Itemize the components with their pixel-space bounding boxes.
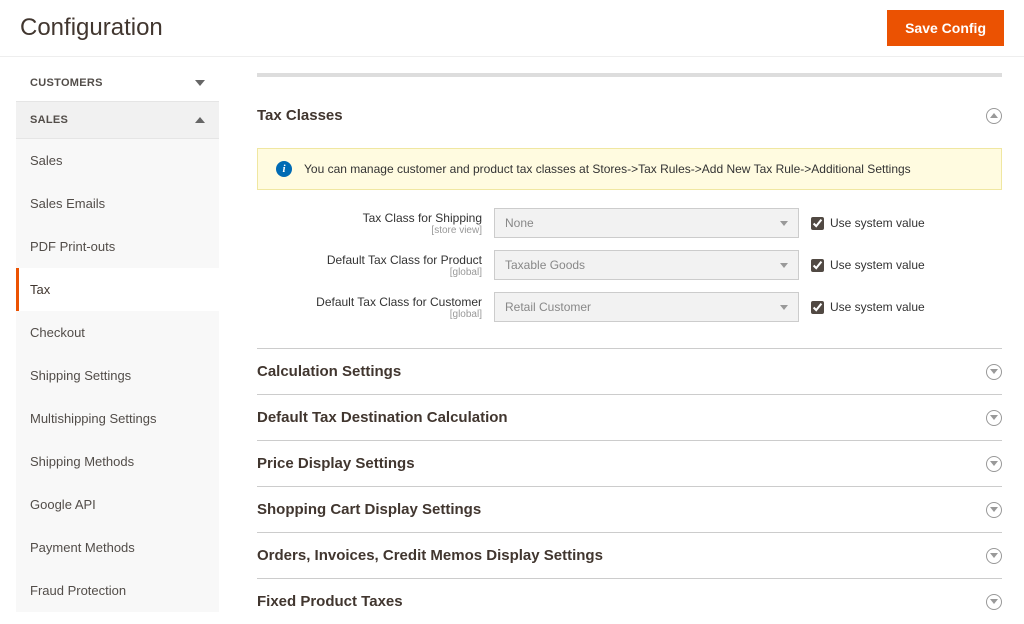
field-label: Default Tax Class for Product <box>327 253 482 267</box>
field-row: Default Tax Class for Customer [global] … <box>257 292 1002 322</box>
panel-tax-classes[interactable]: Tax Classes i You can manage customer an… <box>257 93 1002 349</box>
checkbox-label: Use system value <box>830 300 925 314</box>
panel-price-display[interactable]: Price Display Settings <box>257 441 1002 487</box>
checkbox-input[interactable] <box>811 259 824 272</box>
select-value: Taxable Goods <box>505 258 585 272</box>
sidebar-item-shipping-methods[interactable]: Shipping Methods <box>16 440 219 483</box>
field-label: Tax Class for Shipping <box>363 211 482 225</box>
chevron-down-icon <box>780 221 788 226</box>
sidebar-item-fraud-protection[interactable]: Fraud Protection <box>16 569 219 612</box>
field-row: Tax Class for Shipping [store view] None… <box>257 208 1002 238</box>
field-row: Default Tax Class for Product [global] T… <box>257 250 1002 280</box>
use-system-value-checkbox[interactable]: Use system value <box>811 258 925 272</box>
panel-title: Orders, Invoices, Credit Memos Display S… <box>257 547 603 564</box>
checkbox-input[interactable] <box>811 217 824 230</box>
panel-title: Price Display Settings <box>257 455 415 472</box>
field-label: Default Tax Class for Customer <box>316 295 482 309</box>
chevron-down-icon <box>780 305 788 310</box>
info-message: i You can manage customer and product ta… <box>257 148 1002 190</box>
sidebar-item-payment-methods[interactable]: Payment Methods <box>16 526 219 569</box>
expand-icon[interactable] <box>986 410 1002 426</box>
sidebar-section-label: SALES <box>30 114 68 126</box>
use-system-value-checkbox[interactable]: Use system value <box>811 216 925 230</box>
tax-class-shipping-select: None <box>494 208 799 238</box>
panel-default-tax-destination[interactable]: Default Tax Destination Calculation <box>257 395 1002 441</box>
sidebar-item-google-api[interactable]: Google API <box>16 483 219 526</box>
checkbox-label: Use system value <box>830 258 925 272</box>
use-system-value-checkbox[interactable]: Use system value <box>811 300 925 314</box>
panel-title: Shopping Cart Display Settings <box>257 501 481 518</box>
chevron-down-icon <box>195 80 205 86</box>
chevron-down-icon <box>780 263 788 268</box>
checkbox-input[interactable] <box>811 301 824 314</box>
page-title: Configuration <box>20 14 163 42</box>
sidebar-section-sales[interactable]: SALES <box>16 102 219 139</box>
panel-calculation-settings[interactable]: Calculation Settings <box>257 349 1002 395</box>
chevron-up-icon <box>195 117 205 123</box>
sidebar-section-customers[interactable]: CUSTOMERS <box>16 65 219 102</box>
field-scope: [global] <box>257 267 482 278</box>
expand-icon[interactable] <box>986 456 1002 472</box>
field-scope: [global] <box>257 309 482 320</box>
expand-icon[interactable] <box>986 364 1002 380</box>
sidebar-item-checkout[interactable]: Checkout <box>16 311 219 354</box>
sidebar-item-tax[interactable]: Tax <box>16 268 219 311</box>
default-tax-class-customer-select: Retail Customer <box>494 292 799 322</box>
sidebar-section-label: CUSTOMERS <box>30 77 103 89</box>
select-value: Retail Customer <box>505 300 591 314</box>
panel-title: Default Tax Destination Calculation <box>257 409 508 426</box>
panel-orders-invoices-display[interactable]: Orders, Invoices, Credit Memos Display S… <box>257 533 1002 579</box>
sidebar-item-shipping-settings[interactable]: Shipping Settings <box>16 354 219 397</box>
collapse-icon[interactable] <box>986 108 1002 124</box>
panel-fixed-product-taxes[interactable]: Fixed Product Taxes <box>257 579 1002 624</box>
field-scope: [store view] <box>257 225 482 236</box>
panel-shopping-cart-display[interactable]: Shopping Cart Display Settings <box>257 487 1002 533</box>
divider <box>257 73 1002 77</box>
sidebar: CUSTOMERS SALES Sales Sales Emails PDF P… <box>0 57 235 624</box>
sidebar-item-sales[interactable]: Sales <box>16 139 219 182</box>
main-content: Tax Classes i You can manage customer an… <box>235 57 1024 624</box>
panel-title: Tax Classes <box>257 107 343 124</box>
expand-icon[interactable] <box>986 594 1002 610</box>
sidebar-item-sales-emails[interactable]: Sales Emails <box>16 182 219 225</box>
save-config-button[interactable]: Save Config <box>887 10 1004 46</box>
sidebar-item-pdf-printouts[interactable]: PDF Print-outs <box>16 225 219 268</box>
panel-title: Fixed Product Taxes <box>257 593 403 610</box>
info-icon: i <box>276 161 292 177</box>
sidebar-item-multishipping[interactable]: Multishipping Settings <box>16 397 219 440</box>
default-tax-class-product-select: Taxable Goods <box>494 250 799 280</box>
info-text: You can manage customer and product tax … <box>304 162 911 176</box>
expand-icon[interactable] <box>986 548 1002 564</box>
expand-icon[interactable] <box>986 502 1002 518</box>
panel-title: Calculation Settings <box>257 363 401 380</box>
checkbox-label: Use system value <box>830 216 925 230</box>
select-value: None <box>505 216 534 230</box>
